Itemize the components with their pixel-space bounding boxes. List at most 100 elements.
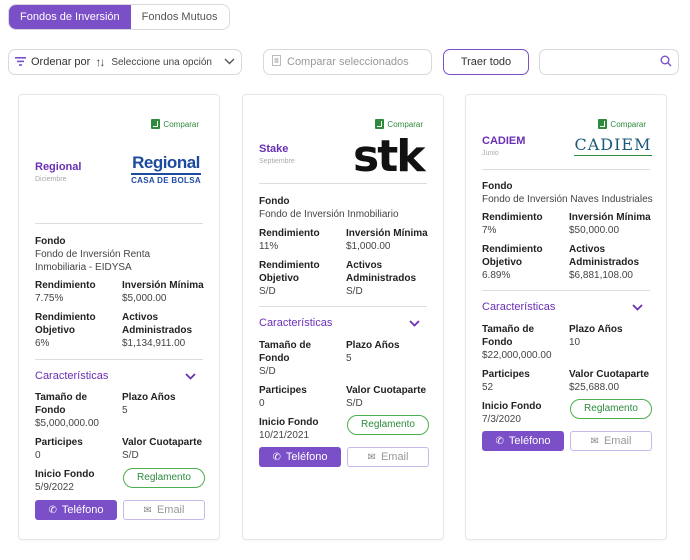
- rendimiento-value: 7.75%: [35, 293, 64, 304]
- telefono-button[interactable]: ✆ Teléfono: [482, 431, 564, 451]
- plazo-label: Plazo Años: [346, 340, 400, 351]
- inversion-minima-label: Inversión Mínima: [122, 280, 204, 291]
- telefono-button[interactable]: ✆ Teléfono: [259, 447, 341, 467]
- tamano-fondo-label: Tamaño de Fondo: [259, 340, 312, 364]
- telefono-button[interactable]: ✆ Teléfono: [35, 500, 117, 520]
- mail-icon: ✉: [590, 435, 599, 447]
- inicio-fondo-label: Inicio Fondo: [259, 417, 319, 428]
- compare-label: Comparar: [387, 119, 423, 129]
- activos-value: S/D: [346, 286, 363, 297]
- compare-checkbox[interactable]: Comparar: [598, 119, 646, 129]
- inicio-fondo-value: 10/21/2021: [259, 430, 310, 441]
- participes-label: Participes: [35, 437, 83, 448]
- participes-value: 0: [259, 398, 265, 409]
- telefono-label: Teléfono: [285, 451, 328, 463]
- participes-label: Participes: [259, 385, 307, 396]
- tamano-fondo-value: $5,000,000.00: [35, 418, 99, 429]
- reglamento-button[interactable]: Reglamento: [570, 399, 652, 419]
- fund-card-stake: Comparar Stake Septiembre stk Fondo Fond…: [242, 94, 444, 540]
- filter-icon: [15, 55, 26, 69]
- sort-label: Ordenar por: [31, 56, 91, 68]
- email-label: Email: [603, 435, 632, 447]
- activos-value: $1,134,911.00: [122, 338, 186, 349]
- phone-icon: ✆: [48, 504, 57, 516]
- compare-checkbox[interactable]: Comparar: [151, 119, 199, 129]
- rendimiento-label: Rendimiento: [259, 228, 320, 239]
- fondo-value: Fondo de Inversión Naves Industriales: [482, 194, 653, 205]
- tamano-fondo-value: $22,000,000.00: [482, 350, 552, 361]
- cuotaparte-value: S/D: [122, 450, 139, 461]
- reglamento-button[interactable]: Reglamento: [123, 468, 205, 488]
- sort-select[interactable]: Ordenar por ↑↓ Seleccione una opción: [8, 49, 242, 75]
- tamano-fondo-label: Tamaño de Fondo: [35, 392, 88, 416]
- search-input[interactable]: [546, 50, 656, 74]
- fondo-label: Fondo: [35, 236, 66, 247]
- cuotaparte-label: Valor Cuotaparte: [122, 437, 203, 448]
- caracteristicas-title[interactable]: Características: [259, 317, 332, 329]
- tab-fondos-inversion[interactable]: Fondos de Inversión: [9, 5, 131, 29]
- plazo-value: 10: [569, 337, 581, 348]
- email-button[interactable]: ✉ Email: [347, 447, 429, 467]
- fondo-value: Fondo de Inversión Renta Inmobiliaria - …: [35, 249, 151, 273]
- divider: [259, 306, 427, 307]
- search-icon[interactable]: [660, 55, 672, 70]
- compare-selected-label: Comparar seleccionados: [287, 56, 409, 68]
- email-label: Email: [380, 451, 409, 463]
- email-label: Email: [156, 504, 185, 516]
- logo-text: Regional: [132, 153, 200, 172]
- divider: [482, 290, 650, 291]
- fund-card-cadiem: Comparar CADIEM Junio CADIEM Fondo Fondo…: [465, 94, 667, 540]
- rendimiento-objetivo-value: S/D: [259, 286, 276, 297]
- divider: [35, 359, 203, 360]
- divider: [35, 223, 203, 224]
- chevron-down-icon[interactable]: [185, 369, 196, 383]
- compare-check-icon: [151, 119, 161, 129]
- activos-label: Activos Administrados: [346, 260, 417, 284]
- compare-check-icon: [375, 119, 385, 129]
- compare-selected-button[interactable]: Comparar seleccionados: [263, 49, 432, 75]
- inicio-fondo-label: Inicio Fondo: [35, 469, 95, 480]
- fondo-label: Fondo: [259, 196, 290, 207]
- rendimiento-objetivo-label: Rendimiento Objetivo: [259, 260, 320, 284]
- tamano-fondo-label: Tamaño de Fondo: [482, 324, 535, 348]
- activos-label: Activos Administrados: [122, 312, 193, 336]
- logo-subtext: CASA DE BOLSA: [131, 173, 201, 185]
- fondo-label: Fondo: [482, 181, 513, 192]
- caracteristicas-title[interactable]: Características: [35, 370, 108, 382]
- participes-value: 52: [482, 382, 494, 393]
- inversion-minima-value: $50,000.00: [569, 225, 620, 236]
- plazo-label: Plazo Años: [569, 324, 623, 335]
- cuotaparte-label: Valor Cuotaparte: [346, 385, 427, 396]
- rendimiento-objetivo-label: Rendimiento Objetivo: [482, 244, 543, 268]
- inversion-minima-value: $1,000.00: [346, 241, 391, 252]
- tamano-fondo-value: S/D: [259, 366, 276, 377]
- reglamento-button[interactable]: Reglamento: [347, 415, 429, 435]
- caracteristicas-title[interactable]: Características: [482, 301, 555, 313]
- telefono-label: Teléfono: [61, 504, 104, 516]
- logo-text: CADIEM: [574, 135, 652, 154]
- phone-icon: ✆: [272, 451, 281, 463]
- activos-label: Activos Administrados: [569, 244, 640, 268]
- chevron-down-icon[interactable]: [632, 300, 643, 314]
- email-button[interactable]: ✉ Email: [570, 431, 652, 451]
- stake-logo: stk: [353, 131, 425, 182]
- inversion-minima-label: Inversión Mínima: [569, 212, 651, 223]
- traer-todo-button[interactable]: Traer todo: [443, 49, 529, 75]
- divider: [259, 183, 427, 184]
- rendimiento-label: Rendimiento: [35, 280, 96, 291]
- chevron-down-icon: [224, 56, 235, 68]
- rendimiento-value: 11%: [259, 241, 279, 252]
- participes-value: 0: [35, 450, 41, 461]
- compare-checkbox[interactable]: Comparar: [375, 119, 423, 129]
- chevron-down-icon[interactable]: [409, 316, 420, 330]
- sort-select-placeholder: Seleccione una opción: [111, 56, 212, 68]
- search-box: [539, 49, 679, 75]
- inicio-fondo-value: 5/9/2022: [35, 482, 74, 493]
- email-button[interactable]: ✉ Email: [123, 500, 205, 520]
- cuotaparte-value: $25,688.00: [569, 382, 620, 393]
- rendimiento-objetivo-label: Rendimiento Objetivo: [35, 312, 96, 336]
- regional-logo: Regional CASA DE BOLSA: [131, 153, 201, 185]
- inversion-minima-label: Inversión Mínima: [346, 228, 428, 239]
- compare-label: Comparar: [610, 119, 646, 129]
- tab-fondos-mutuos[interactable]: Fondos Mutuos: [130, 5, 229, 29]
